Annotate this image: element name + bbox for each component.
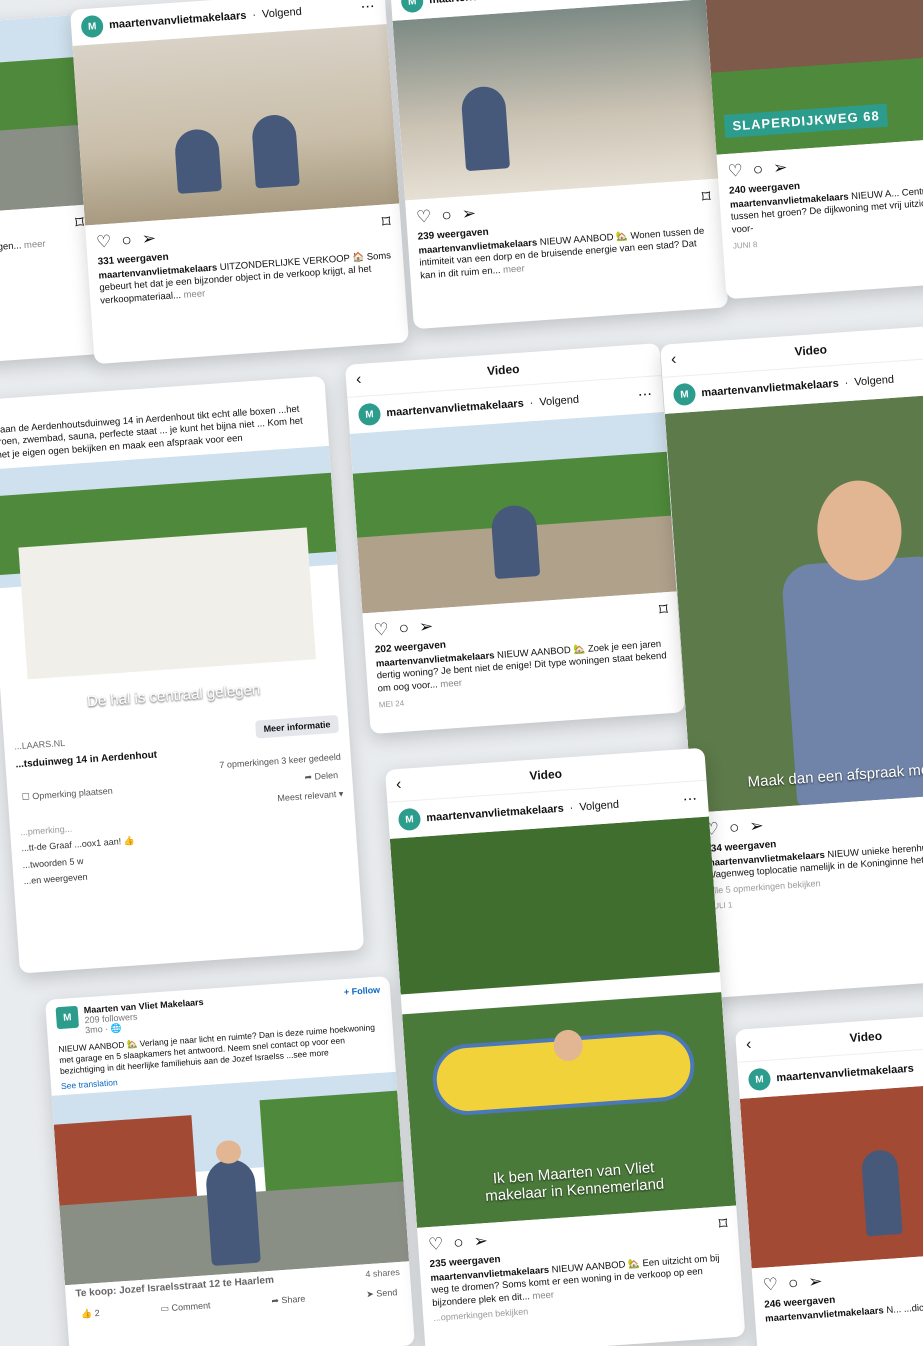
post-media[interactable] — [392, 0, 720, 201]
linkedin-post-card: M Maarten van Vliet Makelaars 209 follower… — [45, 975, 415, 1346]
send-button[interactable]: ➤ Send — [366, 1287, 398, 1300]
comment-icon[interactable]: ○ — [398, 618, 410, 639]
heart-icon[interactable]: ♡ — [762, 1275, 779, 1296]
post-media[interactable]: Ik ben Maarten van Vliet makelaar in Ken… — [389, 816, 737, 1228]
account-name[interactable]: maartenvanvlietmakelaars — [426, 803, 564, 825]
back-icon[interactable]: ‹ — [745, 1035, 770, 1055]
comment-icon[interactable]: ○ — [728, 818, 740, 839]
comment-icon[interactable]: ○ — [752, 159, 764, 180]
more-icon[interactable]: ··· — [638, 389, 653, 402]
more-info-button[interactable]: Meer informatie — [255, 714, 340, 739]
avatar[interactable]: M — [357, 402, 382, 427]
heart-icon[interactable]: ♡ — [416, 207, 433, 228]
back-icon[interactable]: ‹ — [355, 370, 380, 390]
post-card-3: SLAPERDIJKWEG 68 ♡ ○ ➢ 240 weergaven maart… — [705, 0, 923, 300]
avatar[interactable]: M — [397, 807, 422, 832]
heart-icon[interactable]: ♡ — [96, 232, 113, 253]
avatar[interactable]: M — [80, 14, 104, 39]
more-link[interactable]: meer — [503, 263, 525, 275]
more-icon[interactable]: ··· — [361, 1, 376, 14]
post-card-1: Mmaartenvanvlietmakelaars · Volgend ··· ♡… — [70, 0, 409, 365]
heart-icon[interactable]: ♡ — [373, 620, 390, 641]
account-name[interactable]: maartenvanvlietmakelaars — [429, 0, 567, 6]
follow-state[interactable]: Volgend — [262, 6, 303, 21]
account-name[interactable]: maartenvanvlietmakelaars — [701, 378, 839, 400]
comment-icon[interactable]: ○ — [453, 1233, 465, 1254]
bookmark-icon[interactable]: ⌑ — [718, 1214, 728, 1235]
share-button[interactable]: ➦ Share — [271, 1294, 306, 1307]
comment-icon[interactable]: ○ — [787, 1273, 799, 1294]
video-caption: De hal is centraal gelegen — [86, 681, 261, 711]
post-media[interactable]: SLAPERDIJKWEG 68 — [705, 0, 923, 155]
reaction-count[interactable]: 👍 2 — [81, 1308, 100, 1320]
share-icon[interactable]: ➢ — [418, 617, 434, 638]
post-card-2: Mmaartenvanvlietmakelaars ♡○➢⌑ 239 weerg… — [390, 0, 729, 330]
bookmark-icon[interactable]: ⌑ — [658, 600, 668, 621]
share-icon[interactable]: ➢ — [461, 204, 477, 225]
post-media[interactable] — [72, 23, 400, 226]
bookmark-icon[interactable]: ⌑ — [701, 187, 711, 208]
back-icon[interactable]: ‹ — [395, 775, 420, 795]
follow-state[interactable]: Volgend — [854, 374, 895, 389]
follow-button[interactable]: + Follow — [344, 985, 382, 1018]
post-media[interactable]: Maak dan een afspraak met — [664, 392, 923, 813]
account-name[interactable]: maartenvanvlietmakelaars — [776, 1063, 914, 1085]
share-count: 4 shares — [365, 1266, 401, 1279]
comment-button[interactable]: ▭ Comment — [160, 1300, 211, 1314]
bookmark-icon[interactable]: ⌑ — [75, 213, 85, 234]
share-icon[interactable]: ➢ — [808, 1272, 824, 1293]
account-name[interactable]: maartenvanvlietmakelaars — [109, 10, 247, 32]
comment-button[interactable]: ☐ Opmerking plaatsen — [21, 786, 113, 803]
more-link[interactable]: meer — [183, 288, 205, 300]
collage: ⌑ ...🏡 Ruim ...ren woning ...gen... meer… — [0, 0, 923, 1346]
share-icon[interactable]: ➢ — [772, 158, 788, 179]
more-link[interactable]: meer — [532, 1289, 554, 1301]
link-domain: ...LAARS.NL — [13, 737, 66, 752]
heart-icon[interactable]: ♡ — [428, 1234, 445, 1255]
comment-icon[interactable]: ○ — [121, 230, 133, 251]
facebook-listing-card: ...aan de Aerdenhoutsduinweg 14 in Aerde… — [0, 375, 365, 974]
follow-state[interactable]: Volgend — [579, 799, 620, 814]
post-media[interactable] — [739, 1080, 923, 1269]
post-card-6: ‹ Video Mmaartenvanvlietmakelaars · Volge… — [385, 747, 746, 1346]
post-media[interactable] — [51, 1071, 410, 1286]
share-icon[interactable]: ➢ — [749, 816, 765, 837]
more-icon[interactable]: ··· — [683, 793, 698, 806]
share-icon[interactable]: ➢ — [141, 229, 157, 250]
back-icon[interactable]: ‹ — [670, 350, 695, 370]
header-title: Video — [849, 1028, 883, 1046]
avatar[interactable]: M — [747, 1067, 772, 1092]
post-card-7: ‹ Video Mmaartenvanvlietmakelaars ♡ ○ ➢ 246… — [735, 1011, 923, 1346]
share-icon[interactable]: ➢ — [473, 1231, 489, 1252]
fb-media[interactable]: De hal is centraal gelegen — [0, 445, 348, 734]
heart-icon[interactable]: ♡ — [727, 161, 744, 182]
post-card-4: ‹ Video Mmaartenvanvlietmakelaars · Volge… — [345, 343, 686, 735]
bookmark-icon[interactable]: ⌑ — [381, 212, 391, 233]
comment-icon[interactable]: ○ — [441, 205, 453, 226]
avatar[interactable]: M — [400, 0, 424, 14]
account-name[interactable]: maartenvanvlietmakelaars — [386, 398, 524, 420]
share-button[interactable]: ➦ Delen — [304, 770, 338, 783]
avatar[interactable]: M — [672, 382, 697, 407]
company-logo[interactable]: M — [55, 1005, 80, 1030]
post-media[interactable] — [349, 411, 677, 614]
more-link[interactable]: meer — [440, 677, 462, 689]
follow-state[interactable]: Volgend — [539, 394, 580, 409]
